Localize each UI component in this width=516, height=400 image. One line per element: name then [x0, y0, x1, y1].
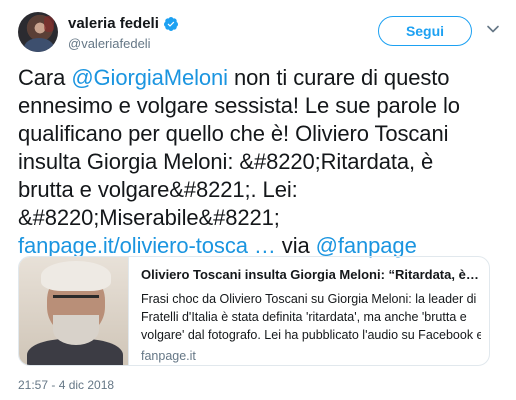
tweet-line: qualificano per quello che è! Oliviero T…	[18, 121, 449, 146]
card-thumbnail	[19, 257, 129, 365]
tweet-header: valeria fedeli @valeriafedeli Segui	[18, 12, 500, 56]
card-title: Oliviero Toscani insulta Giorgia Meloni:…	[141, 267, 481, 282]
via-mention-link[interactable]: @fanpage	[316, 233, 417, 258]
mention-link[interactable]: @GiorgiaMeloni	[71, 65, 228, 90]
user-handle[interactable]: @valeriafedeli	[68, 36, 151, 51]
tweet-text-segment: via	[275, 233, 316, 258]
card-description-line: Fratelli d'Italia è stata definita 'rita…	[141, 310, 467, 324]
card-description: Frasi choc da Oliviero Toscani su Giorgi…	[141, 290, 481, 344]
link-preview-card[interactable]: Oliviero Toscani insulta Giorgia Meloni:…	[18, 256, 490, 366]
tweet-text-segment: non ti curare di questo	[227, 65, 450, 90]
name-row: valeria fedeli	[68, 15, 179, 32]
tweet-line: ennesimo e volgare sessista! Le sue paro…	[18, 93, 460, 118]
follow-button[interactable]: Segui	[378, 16, 472, 46]
card-body: Oliviero Toscani insulta Giorgia Meloni:…	[129, 257, 489, 365]
verified-badge-icon	[163, 16, 178, 31]
display-name[interactable]: valeria fedeli	[68, 15, 159, 32]
card-description-line: volgare' dal fotografo. Lei ha pubblicat…	[141, 328, 481, 342]
tweet-line: brutta e volgare&#8221;. Lei:	[18, 177, 298, 202]
chevron-down-icon[interactable]	[486, 22, 500, 36]
tweet-timestamp[interactable]: 21:57 - 4 dic 2018	[18, 378, 114, 392]
avatar[interactable]	[18, 12, 58, 52]
tweet-text: Cara @GiorgiaMeloni non ti curare di que…	[18, 64, 498, 260]
tweet-line: Cara @GiorgiaMeloni non ti curare di que…	[18, 64, 498, 92]
article-link[interactable]: fanpage.it/oliviero-tosca …	[18, 233, 276, 258]
tweet-text-segment: Cara	[18, 65, 72, 90]
tweet-line: &#8220;Miserabile&#8221;	[18, 205, 280, 230]
tweet-line: insulta Giorgia Meloni: &#8220;Ritardata…	[18, 149, 434, 174]
card-domain: fanpage.it	[141, 349, 196, 363]
card-description-line: Frasi choc da Oliviero Toscani su Giorgi…	[141, 292, 477, 306]
